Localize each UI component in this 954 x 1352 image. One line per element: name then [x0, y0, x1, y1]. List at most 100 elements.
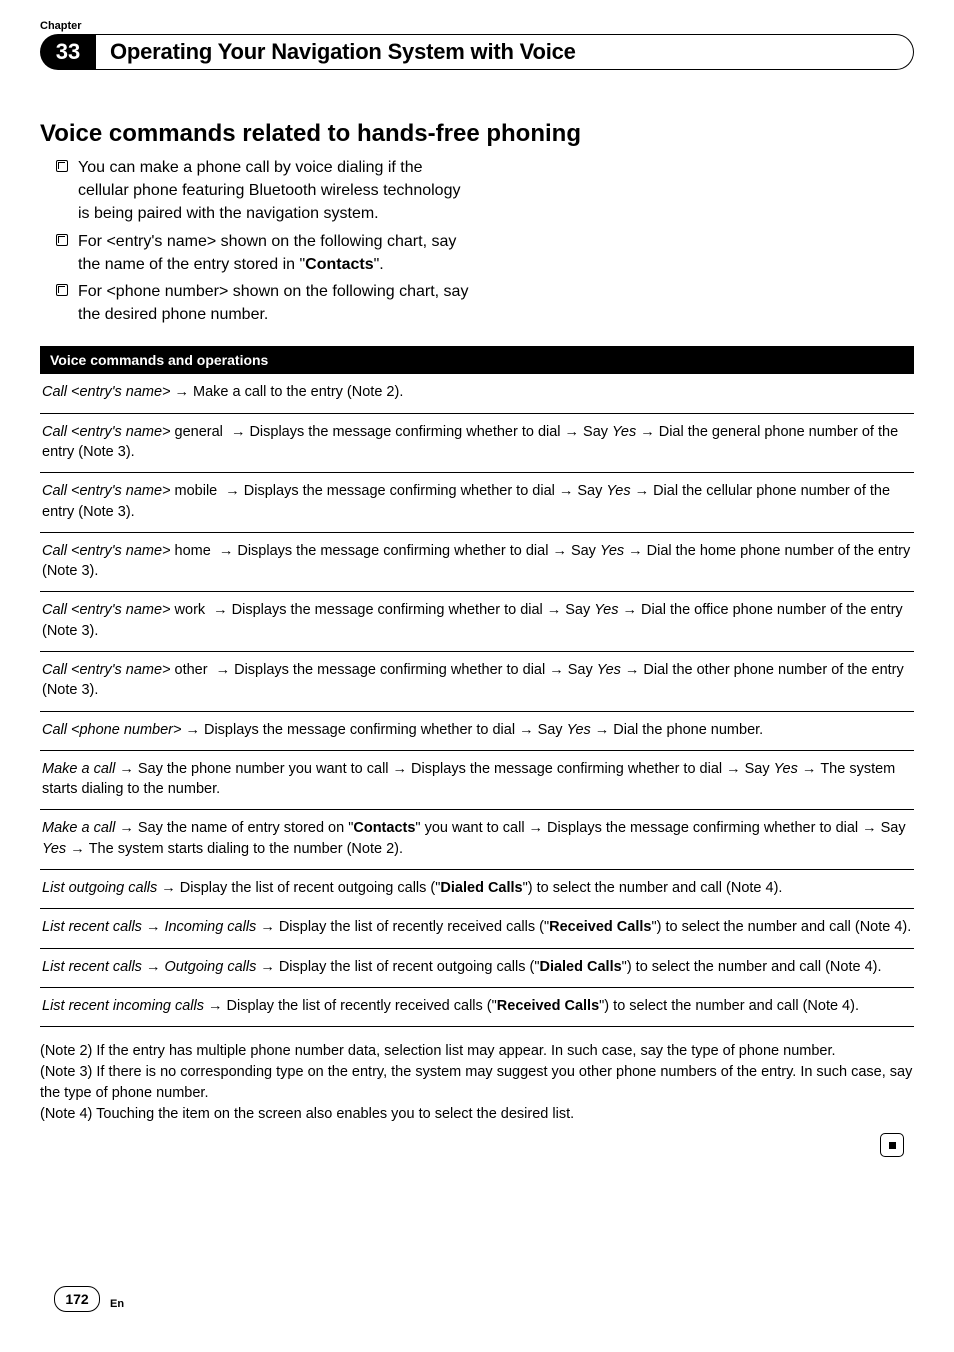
command-text: Displays the message confirming whether … [234, 662, 545, 678]
arrow-icon: → [519, 722, 534, 738]
arrow-icon: → [625, 662, 640, 678]
arrow-icon: → [529, 820, 544, 836]
note-line: (Note 4) Touching the item on the screen… [40, 1104, 914, 1125]
arrow-icon: → [216, 662, 231, 678]
bullet-icon [56, 234, 68, 246]
arrow-icon: → [185, 722, 200, 738]
command-row: Call <entry's name> work →Displays the m… [40, 592, 914, 652]
command-row: Call <phone number>→Displays the message… [40, 712, 914, 751]
command-row: Call <entry's name> mobile →Displays the… [40, 473, 914, 533]
command-text: Say the name of entry stored on " [138, 820, 354, 836]
note-line: (Note 2) If the entry has multiple phone… [40, 1041, 914, 1062]
voice-command: List outgoing calls [42, 880, 157, 896]
command-text: The system starts dialing to the number … [89, 841, 403, 857]
voice-command: Yes [597, 662, 621, 678]
command-row: List recent incoming calls→Display the l… [40, 988, 914, 1027]
voice-command: List recent incoming calls [42, 998, 204, 1014]
page-number: 172 [54, 1286, 100, 1312]
intro-bold: Contacts [305, 256, 373, 273]
command-text: Say [571, 543, 600, 559]
arrow-icon: → [161, 880, 176, 896]
command-text: general [171, 424, 227, 440]
command-text: home [171, 543, 215, 559]
command-row: Call <entry's name> general →Displays th… [40, 414, 914, 474]
command-text: Display the list of recently received ca… [227, 998, 497, 1014]
bold-term: Dialed Calls [539, 959, 621, 975]
voice-command: Outgoing calls [164, 959, 256, 975]
command-text: mobile [171, 483, 222, 499]
command-row: Make a call→Say the name of entry stored… [40, 810, 914, 870]
bold-term: Received Calls [497, 998, 599, 1014]
intro-list: You can make a phone call by voice diali… [56, 156, 476, 326]
voice-command: List recent calls [42, 919, 142, 935]
command-text: Displays the message confirming whether … [244, 483, 555, 499]
command-text: Dial the phone number. [613, 722, 763, 738]
arrow-icon: → [219, 543, 234, 559]
command-text: Say the phone number you want to call [138, 761, 389, 777]
voice-command: Call <entry's name> [42, 384, 171, 400]
voice-command: Yes [594, 602, 618, 618]
command-text: Displays the message confirming whether … [249, 424, 560, 440]
arrow-icon: → [260, 959, 275, 975]
bold-term: Received Calls [549, 919, 651, 935]
arrow-icon: → [552, 543, 567, 559]
command-text: Displays the message confirming whether … [547, 820, 858, 836]
voice-command: Yes [612, 424, 636, 440]
voice-command: Yes [774, 761, 798, 777]
voice-command: Call <entry's name> [42, 662, 171, 678]
command-row: Call <entry's name>→Make a call to the e… [40, 374, 914, 413]
arrow-icon: → [70, 841, 85, 857]
arrow-icon: → [119, 761, 134, 777]
voice-command: Call <entry's name> [42, 424, 171, 440]
voice-command: List recent calls [42, 959, 142, 975]
intro-text: You can make a phone call by voice diali… [78, 159, 460, 222]
arrow-icon: → [146, 919, 161, 935]
arrow-icon: → [547, 602, 562, 618]
command-text: Display the list of recently received ca… [279, 919, 549, 935]
language-label: En [110, 1298, 124, 1310]
arrow-icon: → [231, 424, 246, 440]
intro-text: For <phone number> shown on the followin… [78, 283, 468, 323]
arrow-icon: → [213, 602, 228, 618]
arrow-icon: → [862, 820, 877, 836]
command-text: Say [745, 761, 774, 777]
voice-command: Call <entry's name> [42, 543, 171, 559]
voice-command: Yes [606, 483, 630, 499]
command-text: Say [577, 483, 606, 499]
arrow-icon: → [175, 384, 190, 400]
command-text: ") to select the number and call (Note 4… [622, 959, 882, 975]
arrow-icon: → [628, 543, 643, 559]
arrow-icon: → [549, 662, 564, 678]
command-text: Make a call to the entry (Note 2). [193, 384, 403, 400]
chapter-title-wrap: Operating Your Navigation System with Vo… [96, 34, 914, 70]
chapter-label: Chapter [40, 20, 914, 32]
command-text: Say [538, 722, 567, 738]
voice-command: Call <phone number> [42, 722, 181, 738]
intro-item: You can make a phone call by voice diali… [56, 156, 476, 226]
command-row: Call <entry's name> home →Displays the m… [40, 533, 914, 593]
arrow-icon: → [225, 483, 240, 499]
intro-text: For <entry's name> shown on the followin… [78, 233, 456, 273]
bold-term: Contacts [353, 820, 415, 836]
arrow-icon: → [393, 761, 408, 777]
chapter-number-badge: 33 [40, 34, 96, 70]
arrow-icon: → [119, 820, 134, 836]
bullet-icon [56, 160, 68, 172]
command-row: Make a call→Say the phone number you wan… [40, 751, 914, 811]
voice-command: Call <entry's name> [42, 602, 171, 618]
voice-command: Call <entry's name> [42, 483, 171, 499]
command-text: Display the list of recent outgoing call… [180, 880, 441, 896]
notes-block: (Note 2) If the entry has multiple phone… [40, 1041, 914, 1125]
arrow-icon: → [640, 424, 655, 440]
arrow-icon: → [622, 602, 637, 618]
command-text: Displays the message confirming whether … [237, 543, 548, 559]
arrow-icon: → [635, 483, 650, 499]
command-text: ") to select the number and call (Note 4… [523, 880, 783, 896]
voice-command: Incoming calls [164, 919, 256, 935]
arrow-icon: → [146, 959, 161, 975]
command-table-header: Voice commands and operations [40, 346, 914, 374]
section-heading: Voice commands related to hands-free pho… [40, 120, 914, 148]
intro-item: For <phone number> shown on the followin… [56, 280, 476, 326]
command-row: List recent calls→Incoming calls→Display… [40, 909, 914, 948]
arrow-icon: → [726, 761, 741, 777]
